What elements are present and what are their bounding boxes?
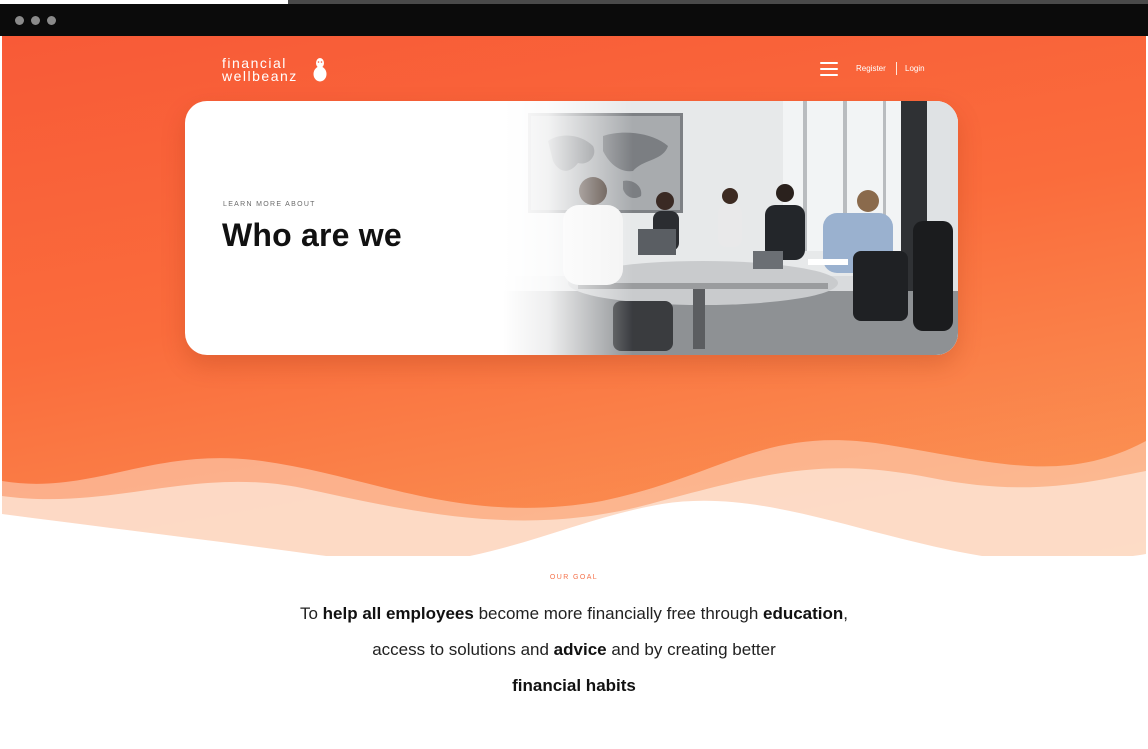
page-title: Who are we [222, 217, 402, 253]
hero-waves [2, 440, 1146, 556]
nav-divider [896, 62, 897, 75]
browser-chrome [0, 0, 1148, 36]
hero-card: LEARN MORE ABOUT Who are we [185, 101, 958, 355]
logo-text-line2: wellbeanz [222, 68, 298, 84]
goal-text-part: and by creating better [606, 640, 776, 659]
window-minimize-button[interactable] [31, 16, 40, 25]
goal-statement: To help all employees become more financ… [274, 596, 874, 704]
photo-fade-overlay [503, 101, 633, 355]
hamburger-menu-icon[interactable] [820, 62, 838, 76]
login-link[interactable]: Login [905, 64, 925, 73]
bean-mascot-icon [313, 58, 327, 82]
tab-bar-line [288, 0, 1148, 4]
site-logo[interactable]: financial wellbeanz [222, 56, 332, 84]
goal-text-part: become more financially free through [473, 604, 763, 623]
goal-text-emphasis: education [763, 604, 844, 623]
goal-text-emphasis: financial habits [512, 676, 636, 695]
goal-text-part: To [299, 604, 323, 623]
window-maximize-button[interactable] [47, 16, 56, 25]
hero-eyebrow: LEARN MORE ABOUT [223, 201, 316, 208]
tab-indicator [0, 0, 288, 4]
goal-label: OUR GOAL [549, 574, 599, 581]
goal-text-emphasis: advice [553, 640, 607, 659]
goal-text-emphasis: help all employees [322, 604, 474, 623]
register-link[interactable]: Register [856, 64, 886, 73]
window-close-button[interactable] [15, 16, 24, 25]
